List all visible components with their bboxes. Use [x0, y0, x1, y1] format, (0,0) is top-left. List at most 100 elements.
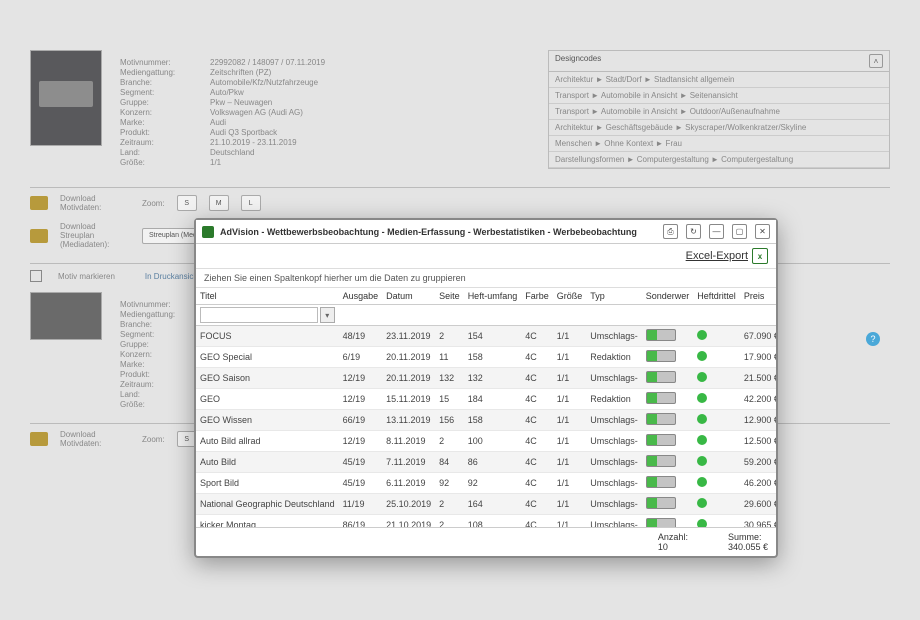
- sonderwert-toggle[interactable]: [646, 413, 676, 425]
- sonderwert-toggle[interactable]: [646, 476, 676, 488]
- table-row[interactable]: FOCUS48/1923.11.201921544C1/1Umschlags-6…: [196, 326, 776, 347]
- column-header[interactable]: Heftdrittel: [693, 288, 740, 305]
- heftdrittel-indicator[interactable]: [697, 498, 707, 508]
- heftdrittel-indicator[interactable]: [697, 477, 707, 487]
- heftdrittel-indicator[interactable]: [697, 519, 707, 527]
- table-row[interactable]: Sport Bild45/196.11.201992924C1/1Umschla…: [196, 473, 776, 494]
- column-header[interactable]: Typ: [586, 288, 642, 305]
- cell-titel: kicker Montag: [196, 515, 339, 528]
- cell-titel: Sport Bild: [196, 473, 339, 494]
- print-icon[interactable]: ⎙: [663, 224, 678, 239]
- cell-titel: GEO: [196, 389, 339, 410]
- sonderwert-toggle[interactable]: [646, 350, 676, 362]
- footer-sum: 340.055 €: [728, 542, 768, 552]
- sonderwert-toggle[interactable]: [646, 497, 676, 509]
- column-header[interactable]: Preis: [740, 288, 776, 305]
- minimize-icon[interactable]: —: [709, 224, 724, 239]
- designcode-row[interactable]: Architektur ► Stadt/Dorf ► Stadtansicht …: [549, 72, 889, 88]
- zoom-l-button[interactable]: L: [241, 195, 261, 211]
- table-row[interactable]: GEO Saison12/1920.11.20191321324C1/1Umsc…: [196, 368, 776, 389]
- heftdrittel-indicator[interactable]: [697, 330, 707, 340]
- sonderwert-toggle[interactable]: [646, 455, 676, 467]
- meta-value: 1/1: [210, 158, 325, 167]
- download-icon[interactable]: [30, 229, 48, 243]
- cell-datum: 8.11.2019: [382, 431, 435, 452]
- cell-groesse: 1/1: [553, 347, 587, 368]
- cell-farbe: 4C: [521, 494, 553, 515]
- cell-seite: 2: [435, 431, 464, 452]
- designcode-row[interactable]: Architektur ► Geschäftsgebäude ► Skyscra…: [549, 120, 889, 136]
- table-row[interactable]: National Geographic Deutschland11/1925.1…: [196, 494, 776, 515]
- column-header[interactable]: Ausgabe: [339, 288, 383, 305]
- cell-typ: Umschlags-: [586, 494, 642, 515]
- designcodes-title: Designcodes: [555, 54, 601, 68]
- designcode-row[interactable]: Transport ► Automobile in Ansicht ► Seit…: [549, 88, 889, 104]
- maximize-icon[interactable]: ▢: [732, 224, 747, 239]
- heftdrittel-indicator[interactable]: [697, 414, 707, 424]
- zoom-s-button[interactable]: S: [177, 195, 197, 211]
- cell-ausgabe: 12/19: [339, 431, 383, 452]
- cell-umfang: 184: [464, 389, 522, 410]
- zoom-m-button[interactable]: M: [209, 195, 229, 211]
- meta-value: Audi Q3 Sportback: [210, 128, 325, 137]
- meta-label: Zeitraum:: [120, 138, 210, 147]
- cell-titel: GEO Saison: [196, 368, 339, 389]
- sonderwert-toggle[interactable]: [646, 518, 676, 527]
- meta-label: Konzern:: [120, 108, 210, 117]
- column-header[interactable]: Heft-umfang: [464, 288, 522, 305]
- mark-motif-checkbox[interactable]: [30, 270, 42, 282]
- table-row[interactable]: Auto Bild allrad12/198.11.201921004C1/1U…: [196, 431, 776, 452]
- cell-typ: Umschlags-: [586, 410, 642, 431]
- column-header[interactable]: Datum: [382, 288, 435, 305]
- heftdrittel-indicator[interactable]: [697, 372, 707, 382]
- modal-titlebar[interactable]: AdVision - Wettbewerbsbeobachtung - Medi…: [196, 220, 776, 244]
- table-row[interactable]: kicker Montag86/1921.10.201921084C1/1Ums…: [196, 515, 776, 528]
- heftdrittel-indicator[interactable]: [697, 456, 707, 466]
- footer-count: 10: [658, 542, 668, 552]
- cell-farbe: 4C: [521, 347, 553, 368]
- download-icon[interactable]: [30, 196, 48, 210]
- download-motivdaten-label-2: Download Motivdaten:: [60, 430, 130, 448]
- heftdrittel-indicator[interactable]: [697, 393, 707, 403]
- cell-groesse: 1/1: [553, 515, 587, 528]
- cell-umfang: 108: [464, 515, 522, 528]
- cell-datum: 13.11.2019: [382, 410, 435, 431]
- column-header[interactable]: Seite: [435, 288, 464, 305]
- cell-typ: Umschlags-: [586, 368, 642, 389]
- group-bar[interactable]: Ziehen Sie einen Spaltenkopf hierher um …: [196, 269, 776, 288]
- help-icon[interactable]: ?: [866, 332, 880, 346]
- cell-groesse: 1/1: [553, 368, 587, 389]
- download-icon[interactable]: [30, 432, 48, 446]
- table-row[interactable]: Auto Bild45/197.11.201984864C1/1Umschlag…: [196, 452, 776, 473]
- column-header[interactable]: Farbe: [521, 288, 553, 305]
- grid-footer: Anzahl: 10 Summe: 340.055 €: [196, 527, 776, 556]
- mark-motif-label: Motiv markieren: [58, 272, 115, 281]
- column-header[interactable]: Größe: [553, 288, 587, 305]
- close-icon[interactable]: ✕: [755, 224, 770, 239]
- excel-icon[interactable]: x: [752, 248, 768, 264]
- meta-label: Marke:: [120, 118, 210, 127]
- table-row[interactable]: GEO12/1915.11.2019151844C1/1Redaktion42.…: [196, 389, 776, 410]
- sonderwert-toggle[interactable]: [646, 392, 676, 404]
- heftdrittel-indicator[interactable]: [697, 351, 707, 361]
- refresh-icon[interactable]: ↻: [686, 224, 701, 239]
- meta-value: 22992082 / 148097 / 07.11.2019: [210, 58, 325, 67]
- cell-preis: 12.900 €: [740, 410, 776, 431]
- designcode-row[interactable]: Menschen ► Ohne Kontext ► Frau: [549, 136, 889, 152]
- designcode-row[interactable]: Darstellungsformen ► Computergestaltung …: [549, 152, 889, 168]
- excel-export-link[interactable]: Excel-Export: [686, 250, 748, 262]
- designcode-row[interactable]: Transport ► Automobile in Ansicht ► Outd…: [549, 104, 889, 120]
- sonderwert-toggle[interactable]: [646, 329, 676, 341]
- cell-seite: 132: [435, 368, 464, 389]
- sonderwert-toggle[interactable]: [646, 434, 676, 446]
- table-row[interactable]: GEO Wissen66/1913.11.20191561584C1/1Umsc…: [196, 410, 776, 431]
- table-row[interactable]: GEO Special6/1920.11.2019111584C1/1Redak…: [196, 347, 776, 368]
- column-header[interactable]: Titel: [196, 288, 339, 305]
- cell-preis: 67.090 €: [740, 326, 776, 347]
- filter-icon[interactable]: ▾: [320, 307, 335, 323]
- heftdrittel-indicator[interactable]: [697, 435, 707, 445]
- sonderwert-toggle[interactable]: [646, 371, 676, 383]
- column-header[interactable]: Sonderwer: [642, 288, 694, 305]
- title-filter-input[interactable]: [200, 307, 318, 323]
- collapse-icon[interactable]: ˄: [869, 54, 883, 68]
